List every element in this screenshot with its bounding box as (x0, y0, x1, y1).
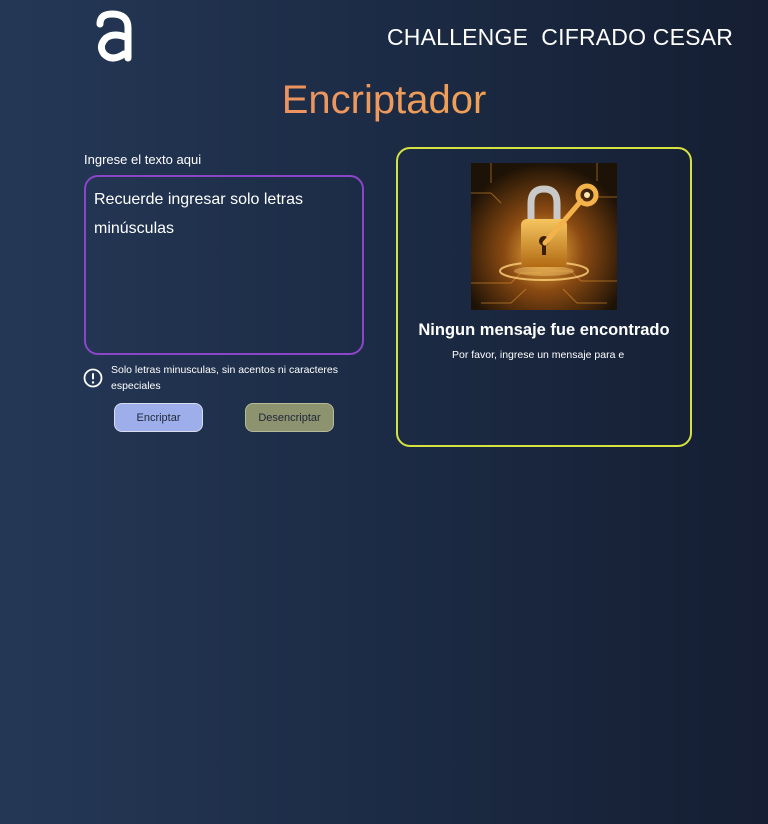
site-title: CHALLENGE CIFRADO CESAR (387, 24, 734, 50)
encrypt-button[interactable]: Encriptar (114, 403, 203, 432)
alura-logo-icon[interactable] (94, 10, 134, 64)
message-textarea[interactable] (84, 175, 364, 355)
decrypt-button[interactable]: Desencriptar (245, 403, 334, 432)
input-hint: Solo letras minusculas, sin acentos ni c… (111, 364, 339, 392)
result-title: Ningun mensaje fue encontrado (418, 321, 670, 339)
padlock-key-image (471, 163, 617, 310)
result-subtitle: Por favor, ingrese un mensaje para e (452, 349, 625, 361)
textarea-label: Ingrese el texto aqui (84, 152, 202, 167)
page-title: Encriptador (0, 78, 768, 123)
exclamation-circle-icon (83, 368, 103, 388)
